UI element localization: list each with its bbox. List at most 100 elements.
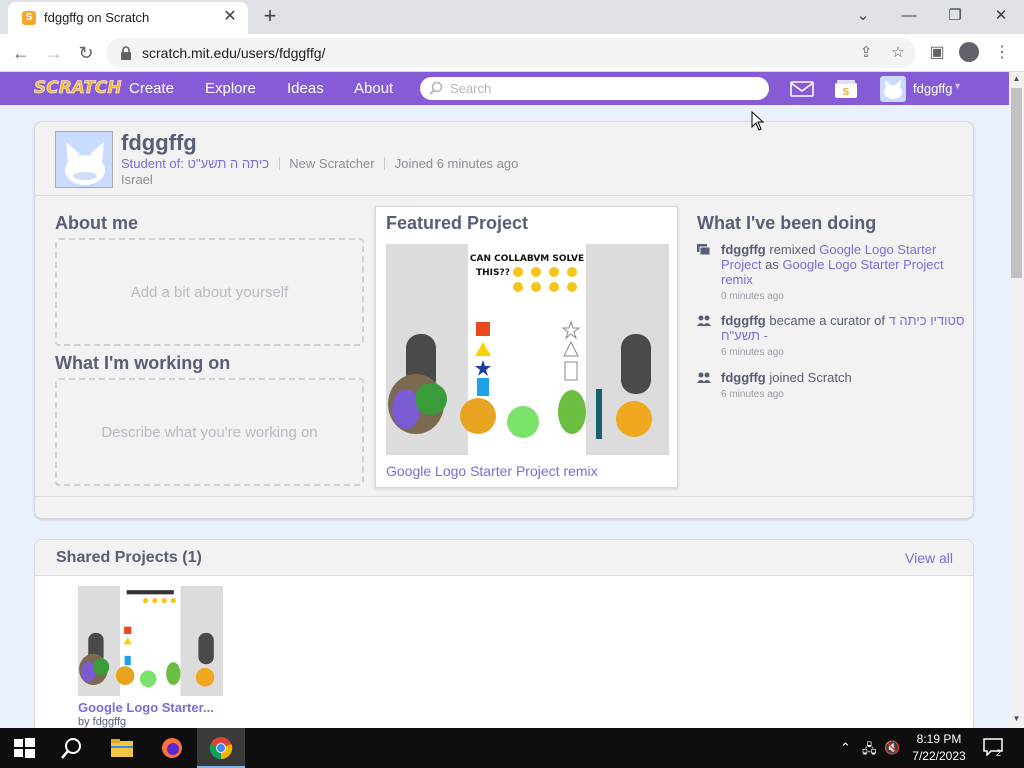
chevron-down-icon[interactable]: ▾ — [955, 81, 960, 92]
divider — [384, 157, 386, 170]
network-icon[interactable]: 🖧 — [862, 740, 877, 762]
about-me-placeholder: Add a bit about yourself — [130, 284, 289, 301]
project-thumbnail-image — [78, 586, 223, 696]
search-icon — [429, 81, 443, 95]
nav-about[interactable]: About — [354, 80, 393, 97]
profile-footer — [35, 496, 973, 519]
my-stuff-folder-icon[interactable]: S — [834, 79, 858, 99]
url-text[interactable]: scratch.mit.edu/users/fdggffg/ — [142, 45, 325, 61]
cat-avatar-icon — [884, 80, 902, 99]
project-thumbnail[interactable] — [78, 586, 223, 696]
side-panel-icon[interactable]: ▣ — [926, 42, 948, 64]
working-on-title: What I'm working on — [55, 353, 231, 373]
view-all-link[interactable]: View all — [905, 550, 953, 566]
windows-start-icon[interactable] — [12, 736, 36, 760]
featured-project-link[interactable]: Google Logo Starter Project remix — [386, 463, 598, 479]
featured-project-title: Featured Project — [386, 213, 529, 233]
restore-button[interactable]: ❐ — [940, 4, 970, 28]
scratch-navbar: SCRATCH Create Explore Ideas About S fdg… — [0, 72, 1009, 105]
chrome-taskbar-active[interactable] — [197, 728, 245, 768]
svg-text:S: S — [842, 87, 849, 98]
nav-create[interactable]: Create — [129, 80, 174, 97]
bookmark-star-icon[interactable]: ☆ — [888, 43, 908, 63]
about-me-title: About me — [55, 213, 138, 233]
shared-projects-title: Shared Projects (1) — [56, 549, 202, 566]
mouse-cursor-icon — [751, 111, 765, 131]
browser-tab[interactable]: S fdggffg on Scratch ✕ — [8, 2, 248, 34]
page-scrollbar[interactable]: ▲ ▼ — [1009, 72, 1024, 728]
firefox-icon[interactable] — [160, 736, 184, 760]
new-tab-button[interactable]: + — [258, 4, 282, 28]
scroll-up-icon[interactable]: ▲ — [1009, 74, 1024, 86]
chrome-icon — [209, 737, 233, 760]
clock-date[interactable]: 7/22/2023 — [900, 749, 978, 763]
address-bar[interactable]: scratch.mit.edu/users/fdggffg/ ⇪ ☆ — [106, 38, 916, 68]
featured-project-card: Featured Project CAN COLLABVM SOLVE THIS… — [375, 206, 678, 488]
thumb-text-1: CAN COLLABVM SOLVE — [470, 254, 584, 264]
volume-muted-icon[interactable]: 🔇 — [884, 740, 900, 756]
activity-user[interactable]: fdggffg — [721, 242, 766, 257]
browser-toolbar: ← → ↻ scratch.mit.edu/users/fdggffg/ ⇪ ☆… — [0, 34, 1024, 72]
tab-search-icon[interactable]: ⌄ — [848, 4, 878, 28]
activity-time: 6 minutes ago — [721, 389, 784, 400]
search-icon[interactable] — [60, 736, 84, 760]
activity-connector: as — [761, 257, 783, 272]
people-icon — [697, 372, 711, 383]
minimize-button[interactable]: — — [894, 4, 924, 28]
activity-column: What I've been doing fdggffg remixed Goo… — [687, 196, 973, 496]
shared-projects-box: Shared Projects (1) View all Google Logo… — [34, 539, 974, 739]
nav-explore[interactable]: Explore — [205, 80, 256, 97]
curator-people-icon — [697, 315, 711, 326]
file-explorer-icon[interactable] — [110, 736, 134, 760]
activity-user[interactable]: fdggffg — [721, 313, 766, 328]
windows-taskbar: ⌃ 🖧 🔇 8:19 PM 7/22/2023 2 — [0, 728, 1024, 768]
nav-ideas[interactable]: Ideas — [287, 80, 324, 97]
activity-verb: joined Scratch — [765, 370, 852, 385]
scratch-logo[interactable]: SCRATCH — [34, 78, 122, 99]
forward-arrow-icon[interactable]: → — [41, 41, 67, 65]
class-link[interactable]: כיתה ה תשע"ט — [188, 156, 270, 171]
reload-icon[interactable]: ↻ — [73, 41, 99, 65]
profile-header: fdggffg Student of: כיתה ה תשע"ט New Scr… — [35, 122, 973, 196]
scratch-favicon-icon: S — [22, 11, 36, 25]
tab-close-icon[interactable]: ✕ — [220, 7, 240, 27]
profile-meta: Student of: כיתה ה תשע"ט New Scratcher J… — [121, 156, 518, 171]
window-close-button[interactable]: ✕ — [986, 4, 1016, 28]
activity-verb: became a curator of — [765, 313, 889, 328]
cat-avatar-icon — [65, 142, 105, 185]
user-avatar[interactable] — [880, 76, 906, 102]
profile-avatar[interactable] — [55, 131, 113, 188]
menu-dots-icon[interactable]: ⋮ — [991, 42, 1013, 64]
student-of-label[interactable]: Student of: — [121, 156, 184, 171]
divider — [278, 157, 280, 170]
profile-avatar-icon[interactable] — [959, 42, 979, 62]
tab-title: fdggffg on Scratch — [44, 10, 150, 25]
share-icon[interactable]: ⇪ — [856, 43, 876, 63]
activity-verb: remixed — [765, 242, 820, 257]
activity-title: What I've been doing — [697, 213, 877, 233]
scroll-down-icon[interactable]: ▼ — [1009, 714, 1024, 726]
messages-envelope-icon[interactable] — [790, 79, 814, 99]
working-on-placeholder: Describe what you're working on — [101, 424, 318, 441]
about-me-field[interactable]: Add a bit about yourself — [55, 238, 364, 346]
nav-username[interactable]: fdggffg — [913, 81, 953, 96]
tray-chevron-up-icon[interactable]: ⌃ — [840, 740, 851, 756]
notification-count: 2 — [996, 748, 1002, 758]
clock-time[interactable]: 8:19 PM — [900, 732, 978, 746]
scroll-thumb[interactable] — [1011, 88, 1022, 278]
working-on-field[interactable]: Describe what you're working on — [55, 378, 364, 486]
profile-country: Israel — [121, 172, 153, 187]
shared-projects-header: Shared Projects (1) View all — [35, 540, 973, 576]
search-box[interactable] — [420, 77, 769, 100]
featured-project-thumbnail[interactable]: CAN COLLABVM SOLVE THIS?? — [386, 244, 669, 455]
activity-time: 6 minutes ago — [721, 347, 784, 358]
back-arrow-icon[interactable]: ← — [8, 41, 34, 65]
thumb-text-2: THIS?? — [476, 268, 510, 278]
activity-user[interactable]: fdggffg — [721, 370, 766, 385]
activity-text: fdggffg joined Scratch 6 minutes ago — [721, 370, 965, 402]
joined-text: Joined 6 minutes ago — [394, 156, 519, 171]
activity-time: 0 minutes ago — [721, 291, 784, 302]
project-title-link[interactable]: Google Logo Starter... — [78, 700, 214, 715]
search-input[interactable] — [450, 79, 750, 98]
profile-username: fdggffg — [121, 130, 197, 155]
